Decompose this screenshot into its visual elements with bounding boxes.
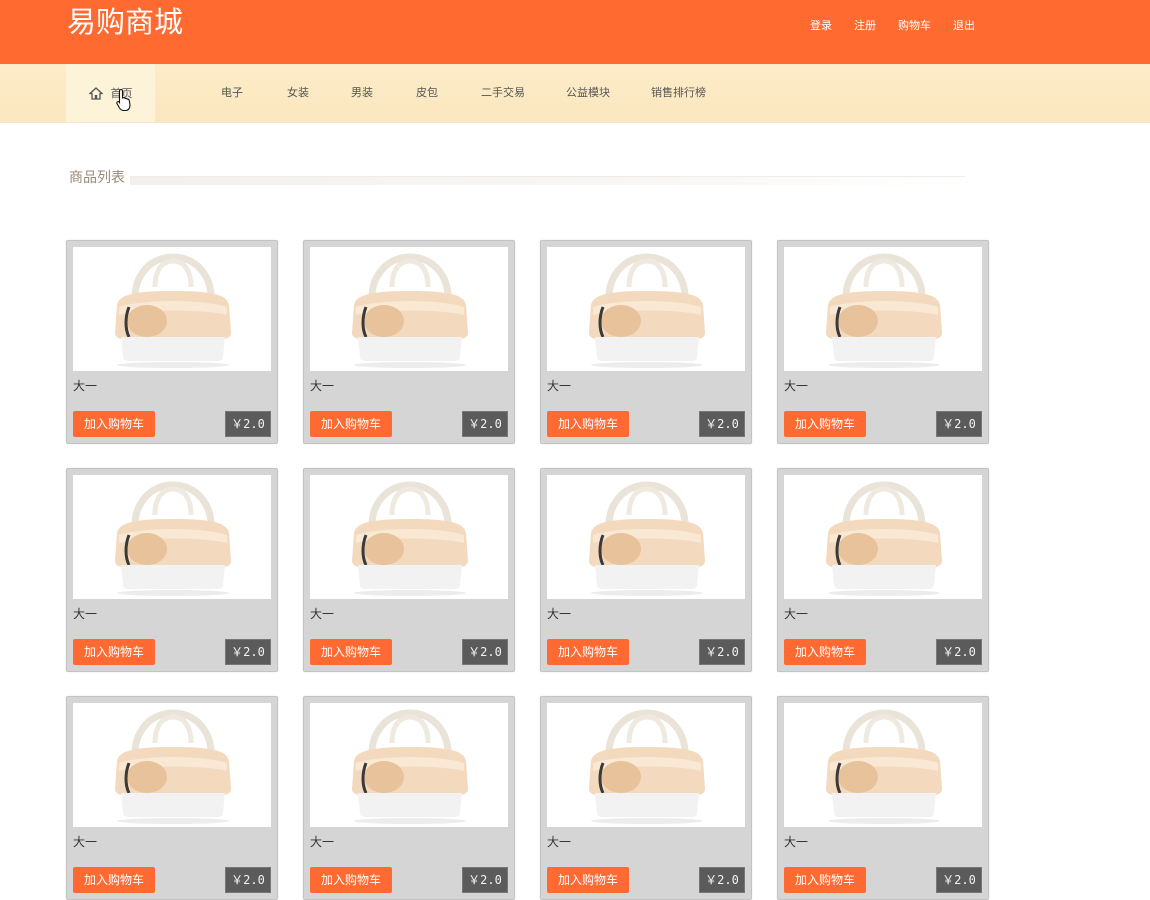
product-price: ￥2.0 [936,411,982,437]
product-name: 大一 [784,835,809,849]
add-to-cart-button[interactable]: 加入购物车 [310,411,392,437]
product-image[interactable] [73,703,271,827]
product-price: ￥2.0 [699,411,745,437]
product-image[interactable] [73,247,271,371]
product-image[interactable] [310,703,508,827]
product-image[interactable] [547,475,745,599]
section-divider [130,176,965,185]
nav-item-sales-ranking[interactable]: 销售排行榜 [651,64,706,122]
handbag-image [826,709,942,824]
product-card[interactable]: 大一 加入购物车 ￥2.0 [66,696,278,900]
product-card[interactable]: 大一 加入购物车 ￥2.0 [540,696,752,900]
add-to-cart-button[interactable]: 加入购物车 [784,639,866,665]
product-name: 大一 [784,379,809,393]
nav-item-electronics[interactable]: 电子 [221,64,243,122]
handbag-image [115,709,231,824]
product-name: 大一 [310,607,335,621]
register-link[interactable]: 注册 [854,18,876,34]
handbag-image [352,253,468,368]
handbag-image [589,253,705,368]
top-links: 登录 注册 购物车 退出 [810,18,997,34]
product-image[interactable] [784,475,982,599]
product-card[interactable]: 大一 加入购物车 ￥2.0 [777,696,989,900]
nav-item-charity[interactable]: 公益模块 [566,64,610,122]
product-image[interactable] [547,703,745,827]
add-to-cart-button[interactable]: 加入购物车 [784,867,866,893]
handbag-image [115,253,231,368]
hand-cursor-icon [116,88,131,112]
product-image[interactable] [310,475,508,599]
product-image[interactable] [73,475,271,599]
nav-item-womens[interactable]: 女装 [287,64,309,122]
product-card[interactable]: 大一 加入购物车 ￥2.0 [540,468,752,672]
nav-item-second-hand[interactable]: 二手交易 [481,64,525,122]
product-image[interactable] [784,247,982,371]
product-name: 大一 [73,607,98,621]
product-image[interactable] [547,247,745,371]
product-card[interactable]: 大一 加入购物车 ￥2.0 [66,240,278,444]
product-price: ￥2.0 [225,411,271,437]
handbag-image [826,481,942,596]
product-card[interactable]: 大一 加入购物车 ￥2.0 [777,468,989,672]
logout-link[interactable]: 退出 [953,18,975,34]
nav-item-bags[interactable]: 皮包 [416,64,438,122]
product-name: 大一 [310,835,335,849]
handbag-image [352,481,468,596]
handbag-image [589,481,705,596]
site-title[interactable]: 易购商城 [67,2,183,42]
product-name: 大一 [547,607,572,621]
home-icon [88,86,103,100]
handbag-image [826,253,942,368]
product-price: ￥2.0 [225,639,271,665]
login-link[interactable]: 登录 [810,18,832,34]
add-to-cart-button[interactable]: 加入购物车 [547,867,629,893]
product-price: ￥2.0 [936,867,982,893]
handbag-image [352,709,468,824]
product-image[interactable] [310,247,508,371]
cart-link[interactable]: 购物车 [898,18,931,34]
nav-item-mens[interactable]: 男装 [351,64,373,122]
product-price: ￥2.0 [225,867,271,893]
product-card[interactable]: 大一 加入购物车 ￥2.0 [303,468,515,672]
add-to-cart-button[interactable]: 加入购物车 [310,867,392,893]
main-nav: 首页 电子 女装 男装 皮包 二手交易 公益模块 销售排行榜 [0,64,1150,123]
product-price: ￥2.0 [936,639,982,665]
handbag-image [115,481,231,596]
product-name: 大一 [73,379,98,393]
product-price: ￥2.0 [462,639,508,665]
product-card[interactable]: 大一 加入购物车 ￥2.0 [303,240,515,444]
product-name: 大一 [784,607,809,621]
add-to-cart-button[interactable]: 加入购物车 [73,639,155,665]
product-price: ￥2.0 [699,639,745,665]
add-to-cart-button[interactable]: 加入购物车 [310,639,392,665]
product-name: 大一 [547,835,572,849]
product-name: 大一 [310,379,335,393]
nav-item-home[interactable]: 首页 [66,64,155,122]
add-to-cart-button[interactable]: 加入购物车 [547,639,629,665]
section-title: 商品列表 [69,168,125,188]
product-grid: 大一 加入购物车 ￥2.0 大一 加入购物车 ￥2.0 大一 加入购物车 ￥2.… [66,240,989,900]
site-header: 易购商城 登录 注册 购物车 退出 [0,0,1150,64]
product-card[interactable]: 大一 加入购物车 ￥2.0 [66,468,278,672]
product-name: 大一 [73,835,98,849]
add-to-cart-button[interactable]: 加入购物车 [73,867,155,893]
add-to-cart-button[interactable]: 加入购物车 [784,411,866,437]
add-to-cart-button[interactable]: 加入购物车 [547,411,629,437]
product-price: ￥2.0 [462,867,508,893]
product-name: 大一 [547,379,572,393]
product-card[interactable]: 大一 加入购物车 ￥2.0 [777,240,989,444]
product-price: ￥2.0 [462,411,508,437]
product-price: ￥2.0 [699,867,745,893]
add-to-cart-button[interactable]: 加入购物车 [73,411,155,437]
product-card[interactable]: 大一 加入购物车 ￥2.0 [540,240,752,444]
product-card[interactable]: 大一 加入购物车 ￥2.0 [303,696,515,900]
handbag-image [589,709,705,824]
product-image[interactable] [784,703,982,827]
